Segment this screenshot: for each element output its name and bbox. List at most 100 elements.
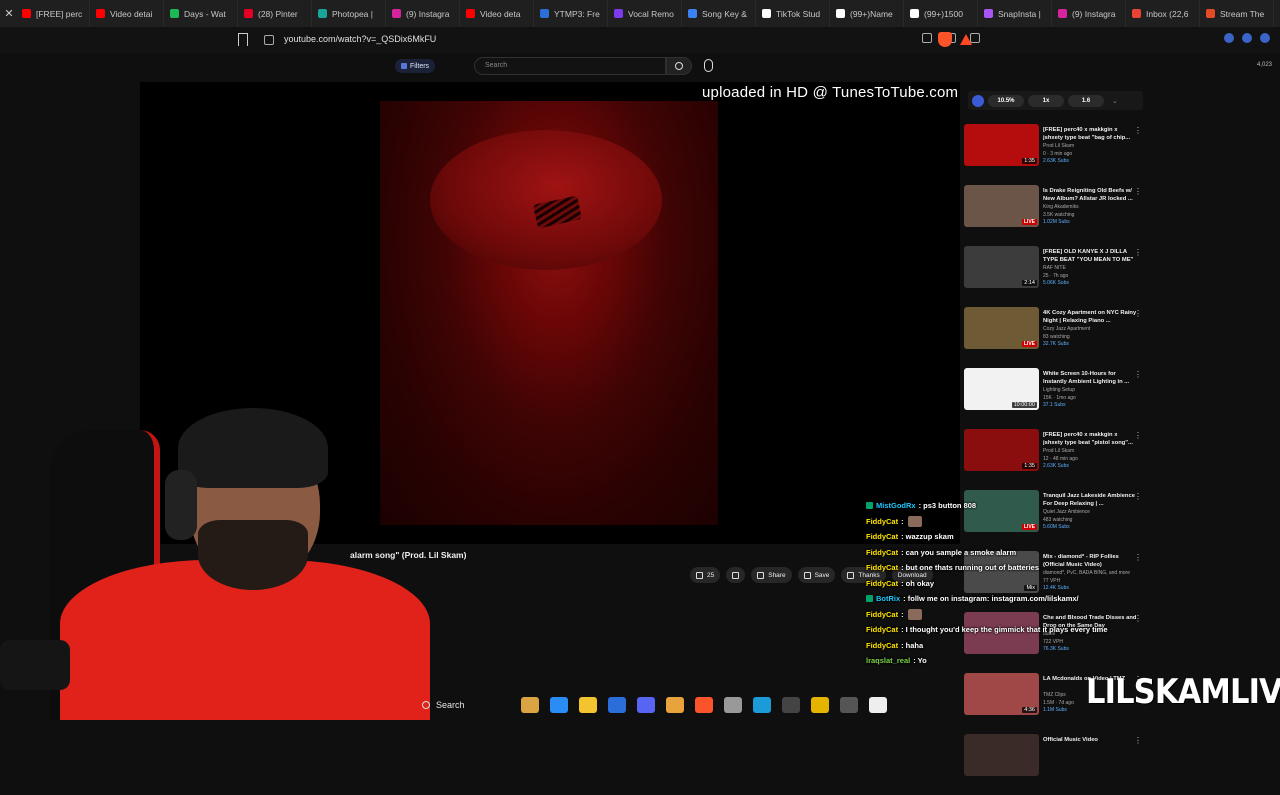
browser-tab[interactable]: Photopea | — [312, 0, 386, 27]
more-options-icon[interactable]: ⋮ — [1134, 248, 1142, 257]
browser-tab[interactable]: Stream The — [1200, 0, 1274, 27]
like-button[interactable]: 25 — [690, 567, 721, 583]
tab-favicon-icon — [318, 9, 327, 18]
tab-favicon-icon — [1058, 9, 1067, 18]
browser-tab[interactable]: (99+)Name — [830, 0, 904, 27]
video-thumbnail[interactable]: 1:35 — [964, 124, 1039, 166]
close-tab-icon[interactable]: ✕ — [2, 7, 16, 20]
channel-name[interactable]: Cozy Jazz Apartment — [1043, 326, 1090, 332]
extension-icon[interactable] — [1242, 33, 1252, 43]
dislike-button[interactable] — [726, 567, 746, 583]
more-options-icon[interactable]: ⋮ — [1134, 126, 1142, 135]
recommendation-title[interactable]: [FREE] OLD KANYE X J DILLA TYPE BEAT "YO… — [1043, 248, 1138, 264]
taskbar-app-icon[interactable] — [521, 697, 539, 713]
extension-chip[interactable]: 1.6 — [1068, 94, 1104, 107]
recommendation-item[interactable]: Official Music Video ⋮ — [964, 734, 1148, 794]
extension-chip[interactable]: 1x — [1028, 94, 1064, 107]
browser-tab[interactable]: Video detai — [90, 0, 164, 27]
recommendation-item[interactable]: LIVE 4K Cozy Apartment on NYC Rainy Night… — [964, 307, 1148, 367]
tab-label: Stream The — [1220, 8, 1265, 19]
extension-icon[interactable] — [1224, 33, 1234, 43]
search-input[interactable]: Search — [474, 57, 666, 75]
browser-tab[interactable]: (99+)1500 — [904, 0, 978, 27]
channel-name[interactable]: King Akademiks — [1043, 204, 1079, 210]
microphone-arm — [0, 640, 70, 690]
more-options-icon[interactable]: ⋮ — [1134, 736, 1142, 745]
video-thumbnail[interactable]: 2:14 — [964, 246, 1039, 288]
browser-tab[interactable]: (9) Instagra — [386, 0, 460, 27]
taskbar-app-icon[interactable] — [637, 697, 655, 713]
extension-icon[interactable] — [1260, 33, 1270, 43]
taskbar-app-icon[interactable] — [811, 697, 829, 713]
recommendation-title[interactable]: Official Music Video — [1043, 736, 1138, 744]
taskbar-app-icon[interactable] — [782, 697, 800, 713]
more-options-icon[interactable]: ⋮ — [1134, 309, 1142, 318]
url-field[interactable]: youtube.com/watch?v=_QSDix6MkFU — [284, 34, 436, 44]
browser-tab[interactable]: Vocal Remo — [608, 0, 682, 27]
taskbar-app-icon[interactable] — [666, 697, 684, 713]
browser-tab[interactable]: TikTok Stud — [756, 0, 830, 27]
recommendation-title[interactable]: 4K Cozy Apartment on NYC Rainy Night | R… — [1043, 309, 1138, 325]
taskbar-app-icon[interactable] — [579, 697, 597, 713]
channel-name[interactable]: Lighting Setup — [1043, 387, 1075, 393]
chat-badge-icon — [866, 502, 873, 510]
browser-tab[interactable]: Video deta — [460, 0, 534, 27]
chevron-down-icon[interactable]: ⌄ — [1112, 97, 1118, 105]
video-thumbnail[interactable]: 1:35 — [964, 429, 1039, 471]
extension-logo-icon[interactable] — [972, 94, 984, 107]
recommendation-item[interactable]: 10:00:00 White Screen 10-Hours for Instan… — [964, 368, 1148, 428]
browser-tab[interactable]: Song Key & — [682, 0, 756, 27]
browser-tab[interactable]: YTMP3: Fre — [534, 0, 608, 27]
taskbar-app-icon[interactable] — [840, 697, 858, 713]
recommendation-item[interactable]: LIVE Is Drake Reigniting Old Beefs w/ New… — [964, 185, 1148, 245]
video-watermark: uploaded in HD @ TunesToTube.com — [702, 84, 959, 101]
cast-icon[interactable] — [922, 33, 932, 43]
site-settings-icon[interactable] — [264, 35, 274, 45]
channel-name[interactable]: RAF NITE — [1043, 265, 1066, 271]
taskbar-app-icon[interactable] — [869, 697, 887, 713]
taskbar-app-icon[interactable] — [724, 697, 742, 713]
bookmark-icon[interactable] — [238, 33, 248, 46]
browser-tab[interactable]: Inbox (22,6 — [1126, 0, 1200, 27]
tab-favicon-icon — [836, 9, 845, 18]
search-button[interactable] — [666, 57, 692, 75]
video-thumbnail[interactable]: LIVE — [964, 307, 1039, 349]
recommendation-title[interactable]: [FREE] perc40 x makkgin x jshxety type b… — [1043, 126, 1138, 142]
more-options-icon[interactable]: ⋮ — [1134, 370, 1142, 379]
recommendation-title[interactable]: [FREE] perc40 x makkgin x jshxety type b… — [1043, 431, 1138, 447]
filters-button[interactable]: Filters — [395, 59, 436, 73]
video-thumbnail[interactable]: 4:36 — [964, 673, 1039, 715]
more-options-icon[interactable]: ⋮ — [1134, 187, 1142, 196]
tab-label: Video deta — [480, 8, 521, 19]
tab-favicon-icon — [96, 9, 105, 18]
extension-chip[interactable]: 10.5% — [988, 94, 1024, 107]
share-button[interactable]: Share — [751, 567, 792, 583]
browser-tab[interactable]: SnapInsta | — [978, 0, 1052, 27]
taskbar-app-icon[interactable] — [695, 697, 713, 713]
channel-name[interactable]: TMZ Clips — [1043, 692, 1066, 698]
brave-shields-icon[interactable] — [938, 32, 952, 47]
video-thumbnail[interactable]: LIVE — [964, 185, 1039, 227]
chat-message: FiddyCat: I thought you'd keep the gimmi… — [866, 622, 1156, 638]
browser-tab[interactable]: (9) Instagra — [1052, 0, 1126, 27]
channel-name[interactable]: Prod Lil Skam — [1043, 143, 1074, 149]
browser-tab[interactable]: [FREE] perc — [16, 0, 90, 27]
brave-rewards-icon[interactable] — [960, 34, 972, 45]
more-options-icon[interactable]: ⋮ — [1134, 431, 1142, 440]
recommendation-title[interactable]: Is Drake Reigniting Old Beefs w/ New Alb… — [1043, 187, 1138, 203]
recommendation-item[interactable]: 1:35 [FREE] perc40 x makkgin x jshxety ty… — [964, 124, 1148, 184]
browser-tab[interactable]: (28) Pinter — [238, 0, 312, 27]
channel-name[interactable]: Prod Lil Skam — [1043, 448, 1074, 454]
save-button[interactable]: Save — [797, 567, 836, 583]
recommendation-item[interactable]: 1:35 [FREE] perc40 x makkgin x jshxety ty… — [964, 429, 1148, 489]
recommendation-title[interactable]: White Screen 10-Hours for Instantly Ambi… — [1043, 370, 1138, 386]
taskbar-app-icon[interactable] — [550, 697, 568, 713]
taskbar-app-icon[interactable] — [608, 697, 626, 713]
voice-search-icon[interactable] — [704, 59, 713, 72]
video-thumbnail[interactable]: 10:00:00 — [964, 368, 1039, 410]
browser-tab[interactable]: Days - Wat — [164, 0, 238, 27]
taskbar-app-icon[interactable] — [753, 697, 771, 713]
recommendation-item[interactable]: 2:14 [FREE] OLD KANYE X J DILLA TYPE BEAT… — [964, 246, 1148, 306]
taskbar-search[interactable]: Search — [410, 700, 510, 710]
video-thumbnail[interactable] — [964, 734, 1039, 776]
